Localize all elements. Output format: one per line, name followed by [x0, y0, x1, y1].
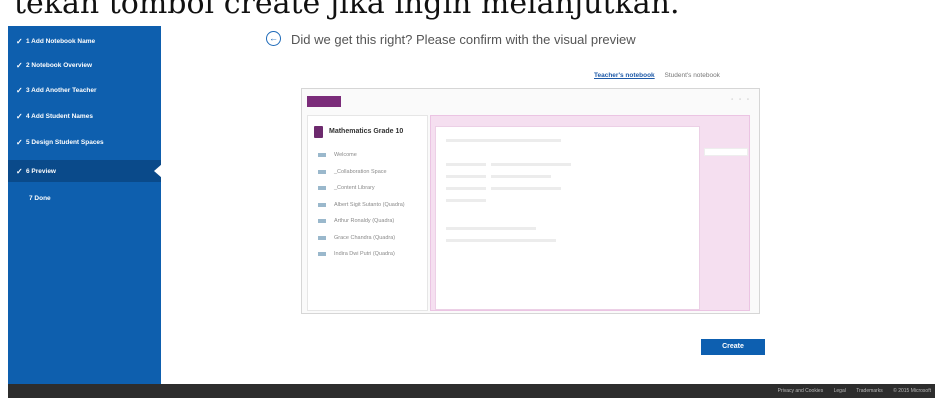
- footer-copyright: © 2015 Microsoft: [893, 388, 931, 394]
- checkmark-icon: ✓: [16, 85, 23, 95]
- notebook-preview: ▫ ▫ ▫ Mathematics Grade 10 Welcome _Coll…: [301, 88, 760, 314]
- section-item: Welcome: [318, 149, 357, 161]
- step-add-another-teacher[interactable]: ✓ 3 Add Another Teacher: [8, 79, 161, 101]
- step-label: 6 Preview: [26, 167, 56, 175]
- footer-link-legal[interactable]: Legal: [834, 388, 846, 394]
- content-placeholder: [491, 187, 561, 190]
- content-placeholder: [446, 227, 536, 230]
- section-icon: [318, 252, 326, 256]
- onenote-title-bar: [307, 96, 341, 107]
- step-label: 4 Add Student Names: [26, 112, 93, 120]
- footer-link-trademarks[interactable]: Trademarks: [856, 388, 883, 394]
- checkmark-icon: ✓: [16, 137, 23, 147]
- wizard-steps-sidebar: ✓ 1 Add Notebook Name ✓ 2 Notebook Overv…: [8, 26, 162, 384]
- window-controls: ▫ ▫ ▫: [731, 97, 751, 103]
- step-add-student-names[interactable]: ✓ 4 Add Student Names: [8, 105, 161, 127]
- step-design-student-spaces[interactable]: ✓ 5 Design Student Spaces: [8, 131, 161, 153]
- step-label: 2 Notebook Overview: [26, 61, 93, 69]
- page-list-box: [704, 148, 748, 156]
- section-label: Welcome: [334, 152, 357, 158]
- section-label: Albert Sigit Sutanto (Quadra): [334, 202, 405, 208]
- section-icon: [318, 219, 326, 223]
- page-canvas: [435, 126, 700, 310]
- section-label: _Content Library: [334, 185, 375, 191]
- section-item: _Content Library: [318, 182, 375, 194]
- section-icon: [318, 186, 326, 190]
- footer-links: Privacy and Cookies Legal Trademarks © 2…: [769, 388, 931, 394]
- section-icon: [318, 153, 326, 157]
- footer-bar: Privacy and Cookies Legal Trademarks © 2…: [8, 384, 935, 398]
- section-item: _Collaboration Space: [318, 166, 387, 178]
- page-heading: Did we get this right? Please confirm wi…: [291, 32, 636, 47]
- checkmark-icon: ✓: [16, 166, 23, 176]
- step-preview[interactable]: ✓ 6 Preview: [8, 160, 162, 182]
- step-done[interactable]: 7 Done: [8, 187, 161, 209]
- step-notebook-overview[interactable]: ✓ 2 Notebook Overview: [8, 54, 161, 76]
- content-placeholder: [446, 139, 561, 142]
- section-item: Indira Dwi Putri (Quadra): [318, 248, 395, 260]
- step-label: 7 Done: [29, 194, 51, 202]
- caption-text: tekan tombol create jika ingin melanjutk…: [14, 0, 680, 21]
- page-area: [430, 115, 750, 311]
- back-arrow-icon[interactable]: ←: [266, 31, 281, 46]
- content-placeholder: [491, 175, 551, 178]
- create-button[interactable]: Create: [701, 339, 765, 355]
- checkmark-icon: ✓: [16, 36, 23, 46]
- content-placeholder: [446, 175, 486, 178]
- step-label: 1 Add Notebook Name: [26, 37, 96, 45]
- section-label: Grace Chandra (Quadra): [334, 235, 396, 241]
- step-label: 5 Design Student Spaces: [26, 138, 104, 146]
- content-placeholder: [446, 199, 486, 202]
- document-caption: tekan tombol create jika ingin melanjutk…: [0, 0, 935, 26]
- step-label: 3 Add Another Teacher: [26, 86, 97, 94]
- notebook-view-tabs: Teacher's notebook Student's notebook: [594, 72, 720, 79]
- section-item: Arthur Ronaldy (Quadra): [318, 215, 394, 227]
- content-placeholder: [446, 239, 556, 242]
- section-item: Albert Sigit Sutanto (Quadra): [318, 199, 405, 211]
- section-label: Arthur Ronaldy (Quadra): [334, 218, 395, 224]
- section-label: _Collaboration Space: [334, 169, 387, 175]
- checkmark-icon: ✓: [16, 111, 23, 121]
- tab-students-notebook[interactable]: Student's notebook: [664, 72, 719, 79]
- section-icon: [318, 170, 326, 174]
- content-placeholder: [446, 163, 486, 166]
- content-placeholder: [491, 163, 571, 166]
- tab-teachers-notebook[interactable]: Teacher's notebook: [594, 72, 655, 79]
- checkmark-icon: ✓: [16, 60, 23, 70]
- notebook-panel: Mathematics Grade 10 Welcome _Collaborat…: [307, 115, 428, 311]
- section-icon: [318, 203, 326, 207]
- section-icon: [318, 236, 326, 240]
- section-item: Grace Chandra (Quadra): [318, 232, 395, 244]
- notebook-icon: [314, 126, 323, 138]
- footer-link-privacy[interactable]: Privacy and Cookies: [778, 388, 824, 394]
- notebook-title: Mathematics Grade 10: [329, 128, 404, 135]
- content-placeholder: [446, 187, 486, 190]
- step-add-notebook-name[interactable]: ✓ 1 Add Notebook Name: [8, 30, 161, 52]
- section-label: Indira Dwi Putri (Quadra): [334, 251, 395, 257]
